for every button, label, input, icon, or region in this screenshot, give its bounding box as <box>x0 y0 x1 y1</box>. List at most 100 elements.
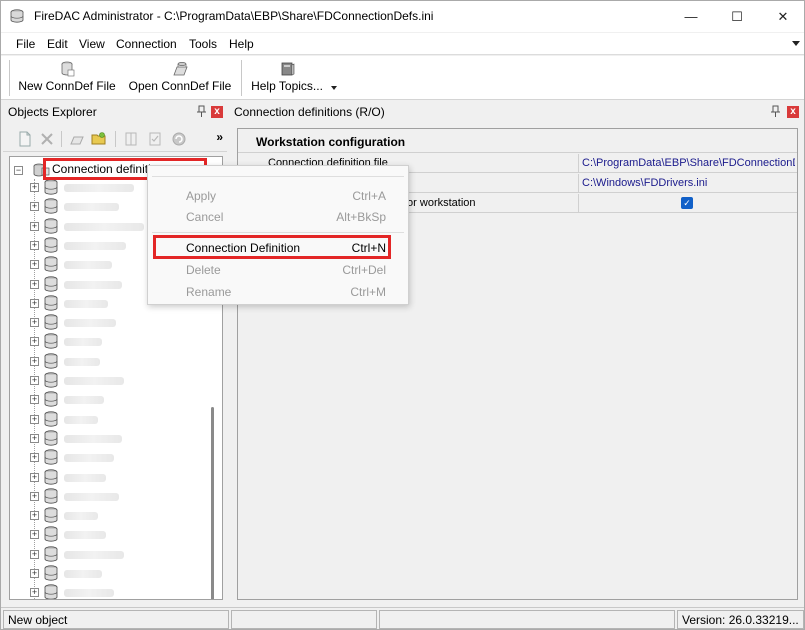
expand-node-icon[interactable]: + <box>30 221 39 231</box>
database-icon <box>44 295 58 311</box>
expand-node-icon[interactable]: + <box>30 376 39 385</box>
close-window-button[interactable]: ✕ <box>760 1 804 32</box>
expand-node-icon[interactable]: + <box>30 511 39 521</box>
cell-divider <box>578 194 579 213</box>
database-icon <box>44 372 58 388</box>
expand-node-icon[interactable]: + <box>30 453 39 463</box>
database-icon <box>44 333 58 349</box>
new-item-icon[interactable] <box>17 131 33 147</box>
collapse-root-icon[interactable]: − <box>14 166 23 175</box>
obscured-node-label <box>64 531 106 540</box>
workstation-checkbox[interactable]: ✓ <box>681 197 693 209</box>
menu-edit[interactable]: Edit <box>47 37 68 51</box>
obscured-node-label <box>64 299 108 308</box>
row-label: for workstation <box>404 197 476 209</box>
pin-icon[interactable] <box>196 105 207 118</box>
open-conndef-label: Open ConnDef File <box>128 79 232 93</box>
open-conndef-button[interactable]: Open ConnDef File <box>128 56 232 100</box>
table-icon[interactable] <box>123 131 139 147</box>
expand-node-icon[interactable]: + <box>30 298 39 308</box>
expand-node-icon[interactable]: + <box>30 433 39 443</box>
expand-node-icon[interactable]: + <box>30 588 39 598</box>
menu-view[interactable]: View <box>79 37 105 51</box>
help-book-icon <box>281 62 295 76</box>
status-bar: New object Version: 26.0.33219... <box>1 607 804 629</box>
explorer-toolbar-separator-2 <box>115 131 116 147</box>
row-value[interactable]: C:\ProgramData\EBP\Share\FDConnectionDef… <box>582 157 795 169</box>
database-icon <box>44 565 58 581</box>
obscured-node-label <box>64 280 122 289</box>
menu-item-delete[interactable]: Delete Ctrl+Del <box>148 260 410 280</box>
expand-node-icon[interactable]: + <box>30 240 39 250</box>
tree-scrollbar-thumb[interactable] <box>211 407 214 599</box>
expand-node-icon[interactable]: + <box>30 530 39 540</box>
status-version: Version: 26.0.33219... <box>677 610 804 629</box>
cell-divider <box>578 154 579 173</box>
menu-help[interactable]: Help <box>229 37 254 51</box>
obscured-node-label <box>64 512 98 521</box>
minimize-button[interactable]: — <box>668 1 714 32</box>
expand-node-icon[interactable]: + <box>30 491 39 501</box>
database-icon <box>44 430 58 446</box>
menu-bar: File Edit View Connection Tools Help <box>1 33 804 55</box>
checklist-icon[interactable] <box>147 131 163 147</box>
connection-definitions-header: Connection definitions (R/O) x <box>229 102 804 122</box>
menu-item-label: Apply <box>186 189 217 203</box>
objects-explorer-header: Objects Explorer x <box>3 102 227 122</box>
database-icon <box>44 488 58 504</box>
maximize-button[interactable]: ☐ <box>714 1 760 32</box>
database-icon <box>44 179 58 195</box>
status-message: New object <box>3 610 229 629</box>
expand-node-icon[interactable]: + <box>30 549 39 559</box>
expand-node-icon[interactable]: + <box>30 414 39 424</box>
help-topics-label: Help Topics... <box>251 79 323 93</box>
folder-open-icon[interactable] <box>91 131 107 147</box>
expand-node-icon[interactable]: + <box>30 279 39 289</box>
menu-item-label: Rename <box>186 285 232 299</box>
toolbar-overflow-icon[interactable]: » <box>216 130 223 144</box>
expand-node-icon[interactable]: + <box>30 356 39 366</box>
menu-item-cancel[interactable]: Cancel Alt+BkSp <box>148 207 410 227</box>
section-title: Workstation configuration <box>256 135 406 149</box>
menu-overflow-chevron-icon[interactable] <box>792 41 800 46</box>
menu-connection[interactable]: Connection <box>116 37 177 51</box>
expand-node-icon[interactable]: + <box>30 395 39 405</box>
database-icon <box>44 410 58 427</box>
obscured-node-label <box>64 415 98 424</box>
close-panel-icon-right[interactable]: x <box>787 106 799 118</box>
help-topics-button[interactable]: Help Topics... <box>248 56 326 100</box>
expand-node-icon[interactable]: + <box>30 260 39 270</box>
pin-icon-right[interactable] <box>770 105 781 118</box>
obscured-node-label <box>64 550 124 559</box>
open-item-icon[interactable] <box>69 131 85 147</box>
expand-node-icon[interactable]: + <box>30 569 39 578</box>
grid-section-header: Workstation configuration <box>238 129 797 153</box>
expand-node-icon[interactable]: + <box>30 472 39 482</box>
database-icon <box>44 353 58 369</box>
delete-item-icon[interactable] <box>39 131 55 147</box>
database-icon <box>44 198 58 214</box>
obscured-node-label <box>64 184 134 192</box>
close-panel-icon[interactable]: x <box>211 106 223 118</box>
new-conndef-button[interactable]: New ConnDef File <box>18 56 116 100</box>
help-topics-dropdown-icon[interactable] <box>331 86 337 90</box>
expand-node-icon[interactable]: + <box>30 337 39 347</box>
database-icon <box>44 468 58 485</box>
expand-node-icon[interactable]: + <box>30 183 39 192</box>
row-value[interactable]: C:\Windows\FDDrivers.ini <box>582 177 795 189</box>
new-conndef-label: New ConnDef File <box>18 79 116 93</box>
menu-item-label: Delete <box>186 263 221 277</box>
menu-item-rename[interactable]: Rename Ctrl+M <box>148 282 410 302</box>
explorer-toolbar: » <box>3 126 227 152</box>
obscured-node-label <box>64 377 124 385</box>
obscured-node-label <box>64 492 119 501</box>
menu-item-apply[interactable]: Apply Ctrl+A <box>148 186 410 206</box>
menu-tools[interactable]: Tools <box>189 37 217 51</box>
annotation-highlight-connection-definition <box>153 235 391 259</box>
refresh-icon[interactable] <box>171 131 187 147</box>
expand-node-icon[interactable]: + <box>30 202 39 212</box>
obscured-node-label <box>64 319 116 328</box>
expand-node-icon[interactable]: + <box>30 318 39 328</box>
cell-divider <box>578 174 579 193</box>
menu-file[interactable]: File <box>16 37 35 51</box>
